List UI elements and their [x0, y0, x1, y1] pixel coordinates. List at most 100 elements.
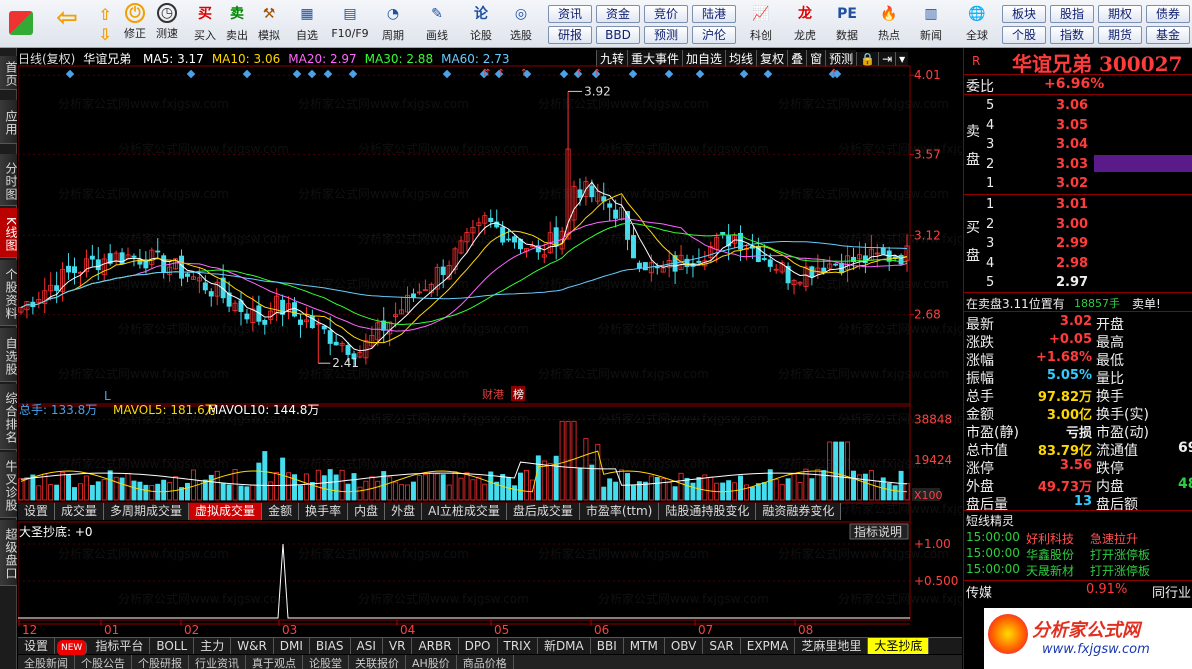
options-button[interactable]: 期权: [1098, 5, 1142, 23]
sub-tab[interactable]: 融资融券变化: [756, 503, 842, 520]
index-button[interactable]: 指数: [1050, 26, 1094, 44]
home-grid-icon[interactable]: [4, 3, 38, 47]
watchlist-button[interactable]: ▦ 自选: [290, 3, 324, 47]
bbd-button[interactable]: BBD: [596, 26, 640, 44]
star-market-button[interactable]: 📈 科创: [744, 3, 778, 47]
indicator-tab[interactable]: ARBR: [412, 638, 459, 654]
up-down-arrows-icon[interactable]: ⇧ ⇩: [88, 3, 122, 47]
buy-price[interactable]: 3.01: [1056, 197, 1088, 212]
discuss-button[interactable]: 论论股: [464, 3, 498, 47]
futures-button[interactable]: 期货: [1098, 26, 1142, 44]
indicator-tab[interactable]: DPO: [459, 638, 498, 654]
tab-timeshare[interactable]: 分时图: [0, 154, 18, 206]
stock-picker-button[interactable]: ◎ 选股: [504, 3, 538, 47]
indicator-tab[interactable]: W&R: [231, 638, 274, 654]
fund-button-2[interactable]: 基金: [1146, 26, 1190, 44]
buy-price[interactable]: 2.97: [1056, 275, 1088, 290]
indicator-tab[interactable]: ASI: [351, 638, 383, 654]
sub-tab[interactable]: 多周期成交量: [104, 503, 190, 520]
info-tab[interactable]: 个股公告: [75, 655, 132, 669]
dragon-tiger-button[interactable]: 龙龙虎: [788, 3, 822, 47]
info-tab[interactable]: 行业资讯: [189, 655, 246, 669]
data-button[interactable]: PE 数据: [830, 3, 864, 47]
hot-button[interactable]: 🔥 热点: [872, 3, 906, 47]
indicator-tab[interactable]: 指标平台: [89, 638, 151, 654]
simulate-button[interactable]: ⚒ 模拟: [252, 3, 286, 47]
tab-home[interactable]: 首页: [0, 56, 18, 90]
tab-stock-info[interactable]: 个股资料: [0, 260, 18, 326]
sub-tab[interactable]: 换手率: [299, 503, 349, 520]
sub-tab[interactable]: 内盘: [348, 503, 386, 520]
indicator-tab[interactable]: SAR: [703, 638, 741, 654]
sector-button[interactable]: 板块: [1002, 5, 1046, 23]
indicator-tab[interactable]: BIAS: [310, 638, 351, 654]
info-tab[interactable]: 真于观点: [246, 655, 303, 669]
sub-tab[interactable]: 市盈率(ttm): [579, 503, 660, 520]
sell-price[interactable]: 3.05: [1056, 118, 1088, 133]
sell-button[interactable]: 卖卖出: [220, 3, 254, 47]
research-button[interactable]: 研报: [548, 26, 592, 44]
indicator-tab[interactable]: NEW: [57, 640, 88, 656]
indicator-tab[interactable]: 主力: [194, 638, 232, 654]
sub-tab[interactable]: 陆股通持股变化: [659, 503, 757, 520]
info-tab[interactable]: AH股价: [406, 655, 457, 669]
tab-ranking[interactable]: 综合排名: [0, 384, 18, 450]
global-button[interactable]: 🌐 全球: [960, 3, 994, 47]
fund-button[interactable]: 资金: [596, 5, 640, 23]
buy-button[interactable]: 买买入: [188, 3, 222, 47]
kline-chart-area[interactable]: 日线(复权) 华谊兄弟 MA5: 3.17 MA10: 3.06 MA20: 2.9…: [18, 48, 962, 638]
indicator-tab[interactable]: TRIX: [498, 638, 538, 654]
sub-tab[interactable]: 金额: [262, 503, 300, 520]
sub-tab[interactable]: 虚拟成交量: [189, 503, 263, 520]
sell-price[interactable]: 3.02: [1056, 176, 1088, 191]
indicator-tab[interactable]: OBV: [665, 638, 704, 654]
f10-button[interactable]: ▤ F10/F9: [330, 3, 370, 47]
shanghai-london-button[interactable]: 沪伦: [692, 26, 736, 44]
news-button-2[interactable]: ▥ 新闻: [914, 3, 948, 47]
fast-stock[interactable]: 天晟新材: [1026, 562, 1074, 579]
sub-tab[interactable]: 成交量: [55, 503, 105, 520]
bond-button[interactable]: 债券: [1146, 5, 1190, 23]
tab-super-quote[interactable]: 超级盘口: [0, 520, 18, 586]
speed-test-button[interactable]: ◷ 测速: [150, 3, 184, 47]
indicator-tab[interactable]: BOLL: [150, 638, 195, 654]
sell-price[interactable]: 3.04: [1056, 137, 1088, 152]
stock-index-button[interactable]: 股指: [1050, 5, 1094, 23]
info-tab[interactable]: 全股新闻: [18, 655, 75, 669]
info-tab[interactable]: 个股研报: [132, 655, 189, 669]
tab-watchlist[interactable]: 自选股: [0, 328, 18, 382]
fast-stock[interactable]: 好利科技: [1026, 530, 1074, 547]
indicator-tab[interactable]: 大圣抄底: [868, 638, 930, 654]
sub-tab[interactable]: 盘后成交量: [506, 503, 580, 520]
indicator-tab[interactable]: EXPMA: [741, 638, 796, 654]
sell-price[interactable]: 3.03: [1056, 157, 1088, 172]
hk-connect-button[interactable]: 陆港: [692, 5, 736, 23]
buy-price[interactable]: 3.00: [1056, 217, 1088, 232]
tab-diagnosis[interactable]: 牛叉诊股: [0, 452, 18, 518]
back-arrow-icon[interactable]: ⇦: [50, 3, 84, 47]
news-button[interactable]: 资讯: [548, 5, 592, 23]
indicator-tab[interactable]: BBI: [591, 638, 624, 654]
forecast-button[interactable]: 预测: [644, 26, 688, 44]
indicator-tab[interactable]: VR: [383, 638, 413, 654]
single-stock-button[interactable]: 个股: [1002, 26, 1046, 44]
info-tab[interactable]: 商品价格: [457, 655, 514, 669]
buy-price[interactable]: 2.98: [1056, 256, 1088, 271]
indicator-tab[interactable]: 设置: [18, 638, 56, 654]
sub-tab[interactable]: 外盘: [385, 503, 423, 520]
sub-tab[interactable]: 设置: [18, 503, 56, 520]
sell-price[interactable]: 3.06: [1056, 98, 1088, 113]
tab-kline[interactable]: K线图: [0, 208, 18, 258]
auction-button[interactable]: 竞价: [644, 5, 688, 23]
info-tab[interactable]: 关联报价: [349, 655, 406, 669]
indicator-tab[interactable]: MTM: [624, 638, 665, 654]
sub-tab[interactable]: AI立桩成交量: [422, 503, 507, 520]
info-tab[interactable]: 论股堂: [303, 655, 349, 669]
indicator-tab[interactable]: 新DMA: [538, 638, 591, 654]
fix-button[interactable]: ⏻ 修正: [118, 3, 152, 47]
draw-line-button[interactable]: ✎ 画线: [420, 3, 454, 47]
tab-apps[interactable]: 应用: [0, 100, 18, 144]
buy-price[interactable]: 2.99: [1056, 236, 1088, 251]
indicator-tab[interactable]: 芝麻里地里: [795, 638, 869, 654]
period-button[interactable]: ◔ 周期: [376, 3, 410, 47]
